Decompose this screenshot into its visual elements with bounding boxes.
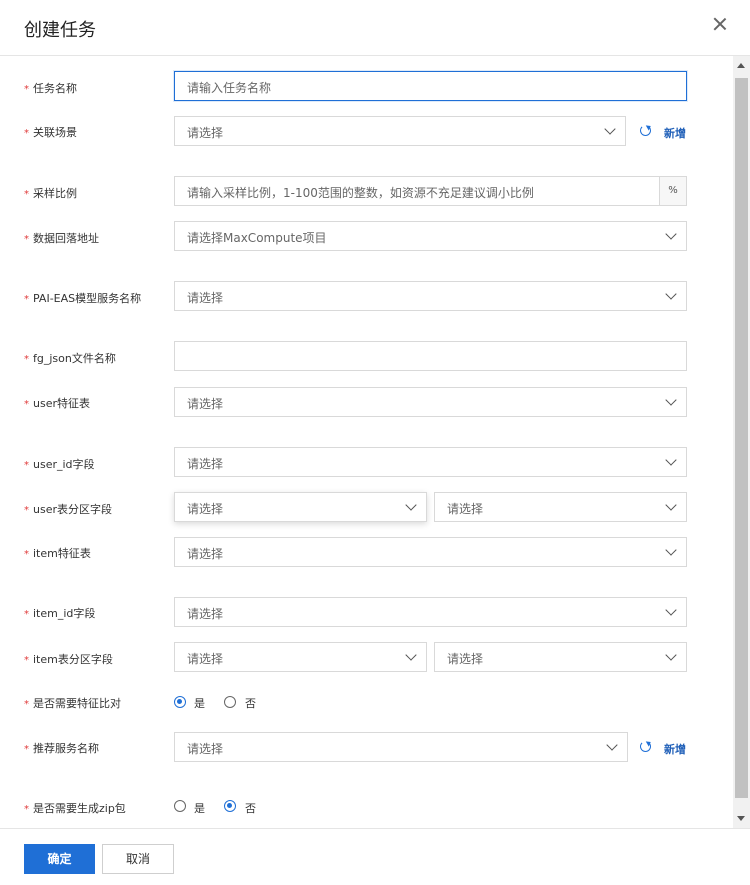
fg-json-input[interactable] — [174, 341, 687, 371]
item-id-select[interactable]: 请选择 — [174, 597, 687, 627]
user-partition-select-a[interactable]: 请选择 — [174, 492, 427, 522]
task-name-input[interactable]: 请输入任务名称 — [174, 71, 687, 101]
return-address-label: * 数据回落地址 — [24, 232, 99, 245]
chevron-down-icon — [605, 125, 615, 135]
gen-zip-yes-radio[interactable] — [174, 800, 186, 812]
chevron-down-icon — [666, 501, 676, 511]
scrollbar[interactable] — [733, 56, 750, 828]
chevron-down-icon — [666, 290, 676, 300]
sample-ratio-input[interactable]: 请输入采样比例，1-100范围的整数，如资源不充足建议调小比例 % — [174, 176, 687, 206]
refresh-icon[interactable] — [639, 740, 653, 754]
chevron-down-icon — [607, 741, 617, 751]
user-partition-select-b[interactable]: 请选择 — [434, 492, 687, 522]
create-task-dialog: 创建任务 * 任务名称 请输入任务名称 * 关联场景 请选择 新增 * 采样比例 请输… — [0, 0, 750, 885]
gen-zip-yes-label: 是 — [194, 802, 205, 815]
chevron-down-icon — [666, 456, 676, 466]
item-id-label: * item_id字段 — [24, 607, 96, 620]
chevron-down-icon — [666, 651, 676, 661]
scene-add-link[interactable]: 新增 — [664, 125, 686, 141]
chevron-down-icon — [666, 396, 676, 406]
rec-service-add-link[interactable]: 新增 — [664, 741, 686, 757]
rec-service-select[interactable]: 请选择 — [174, 732, 628, 762]
scene-label: * 关联场景 — [24, 126, 77, 139]
feature-compare-yes-radio[interactable] — [174, 696, 186, 708]
scene-select[interactable]: 请选择 — [174, 116, 626, 146]
pai-eas-select[interactable]: 请选择 — [174, 281, 687, 311]
feature-compare-no-radio[interactable] — [224, 696, 236, 708]
chevron-down-icon — [406, 651, 416, 661]
close-icon[interactable] — [712, 16, 728, 32]
scroll-down-icon[interactable] — [737, 816, 745, 821]
item-table-label: * item特征表 — [24, 547, 91, 560]
cancel-button[interactable]: 取消 — [102, 844, 174, 874]
item-partition-label: * item表分区字段 — [24, 653, 113, 666]
user-id-select[interactable]: 请选择 — [174, 447, 687, 477]
user-table-label: * user特征表 — [24, 397, 90, 410]
chevron-down-icon — [666, 546, 676, 556]
feature-compare-yes-label: 是 — [194, 697, 205, 710]
task-name-label: * 任务名称 — [24, 82, 77, 95]
feature-compare-label: * 是否需要特征比对 — [24, 697, 121, 710]
dialog-title: 创建任务 — [24, 20, 96, 41]
dialog-header: 创建任务 — [0, 0, 750, 56]
scroll-up-icon[interactable] — [737, 63, 745, 68]
pai-eas-label: * PAI-EAS模型服务名称 — [24, 292, 142, 305]
chevron-down-icon — [666, 606, 676, 616]
form-body: * 任务名称 请输入任务名称 * 关联场景 请选择 新增 * 采样比例 请输入采样比例… — [0, 56, 750, 828]
user-id-label: * user_id字段 — [24, 458, 95, 471]
gen-zip-no-label: 否 — [245, 802, 256, 815]
rec-service-label: * 推荐服务名称 — [24, 742, 99, 755]
confirm-button[interactable]: 确定 — [24, 844, 95, 874]
sample-ratio-label: * 采样比例 — [24, 187, 77, 200]
feature-compare-no-label: 否 — [245, 697, 256, 710]
item-table-select[interactable]: 请选择 — [174, 537, 687, 567]
item-partition-select-a[interactable]: 请选择 — [174, 642, 427, 672]
percent-suffix: % — [659, 177, 686, 205]
return-address-select[interactable]: 请选择MaxCompute项目 — [174, 221, 687, 251]
refresh-icon[interactable] — [639, 124, 653, 138]
user-partition-label: * user表分区字段 — [24, 503, 112, 516]
gen-zip-label: * 是否需要生成zip包 — [24, 802, 126, 815]
user-table-select[interactable]: 请选择 — [174, 387, 687, 417]
chevron-down-icon — [666, 230, 676, 240]
dialog-footer: 确定 取消 — [0, 828, 750, 885]
scroll-thumb[interactable] — [735, 78, 748, 798]
fg-json-label: * fg_json文件名称 — [24, 352, 116, 365]
gen-zip-no-radio[interactable] — [224, 800, 236, 812]
item-partition-select-b[interactable]: 请选择 — [434, 642, 687, 672]
chevron-down-icon — [406, 501, 416, 511]
